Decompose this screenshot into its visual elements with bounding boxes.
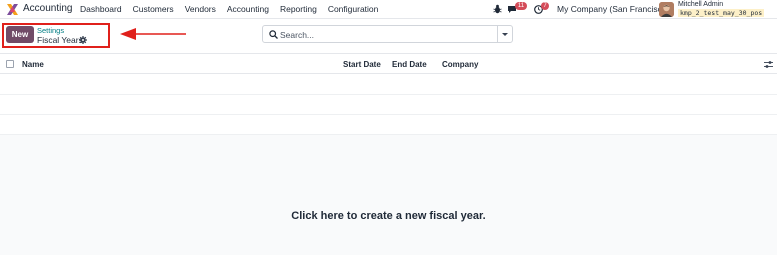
menu-configuration[interactable]: Configuration [328, 4, 379, 14]
search-options-toggle[interactable] [497, 25, 513, 43]
column-company[interactable]: Company [442, 60, 478, 69]
avatar[interactable] [659, 2, 674, 17]
user-avatar-icon [659, 2, 674, 17]
empty-state-overlay [0, 135, 777, 255]
empty-row [0, 115, 777, 135]
app-name[interactable]: Accounting [23, 3, 72, 14]
menu-vendors[interactable]: Vendors [185, 4, 216, 14]
column-end-date[interactable]: End Date [392, 60, 427, 69]
list-header: Name Start Date End Date Company [0, 55, 777, 74]
annotation-arrow-icon [120, 28, 186, 40]
user-name[interactable]: Mitchell Admin [678, 1, 723, 8]
optional-columns-icon[interactable] [764, 60, 773, 69]
bug-icon[interactable] [493, 4, 502, 14]
activity-badge: 7 [541, 2, 549, 10]
empty-row [0, 75, 777, 95]
top-navbar: Accounting Dashboard Customers Vendors A… [0, 0, 777, 19]
menu-accounting[interactable]: Accounting [227, 4, 269, 14]
menu-reporting[interactable]: Reporting [280, 4, 317, 14]
select-all-checkbox[interactable] [6, 60, 14, 68]
column-name[interactable]: Name [22, 60, 44, 69]
control-panel: New Settings Fiscal Years [0, 19, 777, 54]
caret-down-icon [502, 33, 508, 36]
search-box [262, 25, 498, 43]
column-start-date[interactable]: Start Date [343, 60, 381, 69]
database-name: kmp_2_test_may_30_pos [678, 9, 765, 17]
annotation-highlight-box [2, 23, 110, 48]
company-switcher[interactable]: My Company (San Francisco) [557, 4, 669, 14]
search-input[interactable] [280, 27, 490, 42]
main-menu: Dashboard Customers Vendors Accounting R… [80, 4, 389, 14]
empty-row [0, 95, 777, 115]
list-view: Name Start Date End Date Company Click h… [0, 55, 777, 255]
accounting-app-icon[interactable] [7, 4, 18, 15]
menu-customers[interactable]: Customers [133, 4, 174, 14]
menu-dashboard[interactable]: Dashboard [80, 4, 122, 14]
chat-badge: 11 [515, 2, 527, 10]
search-icon [269, 30, 278, 39]
empty-state-help[interactable]: Click here to create a new fiscal year. [0, 210, 777, 222]
